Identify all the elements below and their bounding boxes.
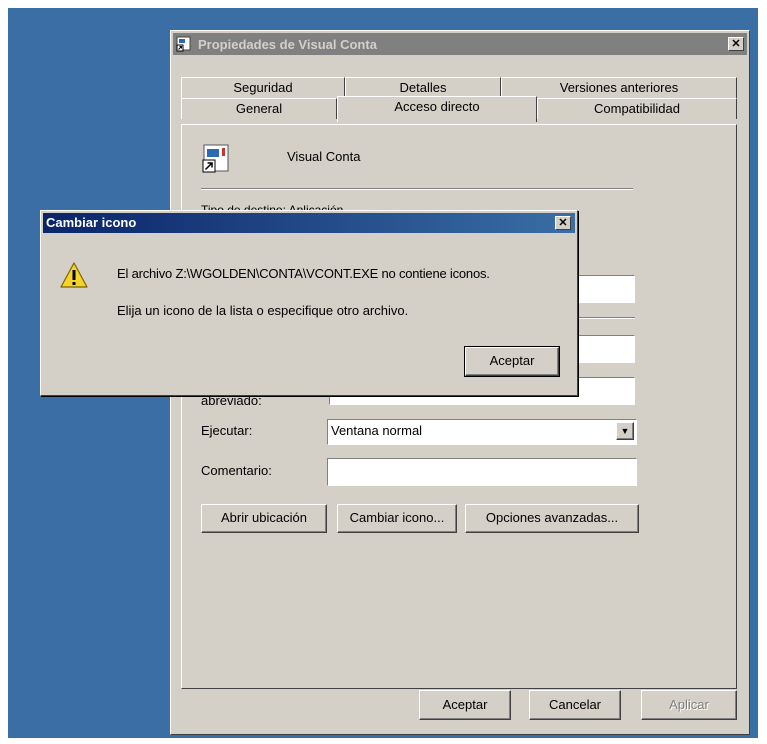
comentario-label: Comentario: (201, 463, 272, 478)
dialog-aceptar-button[interactable]: Aceptar (465, 347, 559, 376)
abrir-ubicacion-button[interactable]: Abrir ubicación (201, 504, 327, 533)
aceptar-button[interactable]: Aceptar (419, 690, 511, 720)
tab-acceso-directo[interactable]: Acceso directo (337, 96, 537, 122)
tab-versiones-anteriores[interactable]: Versiones anteriores (501, 77, 737, 98)
opciones-avanzadas-button[interactable]: Opciones avanzadas... (465, 504, 639, 533)
shortcut-name: Visual Conta (287, 149, 361, 164)
tab-detalles[interactable]: Detalles (345, 77, 501, 98)
tab-general[interactable]: General (181, 98, 337, 119)
cambiar-icono-button[interactable]: Cambiar icono... (337, 504, 457, 533)
close-icon[interactable]: ✕ (555, 216, 571, 230)
dialog-title: Cambiar icono (46, 215, 137, 230)
cambiar-icono-dialog: Cambiar icono ✕ El archivo Z:\WGOLDEN\CO… (40, 210, 578, 396)
tab-seguridad[interactable]: Seguridad (181, 77, 345, 98)
properties-title: Propiedades de Visual Conta (198, 36, 377, 52)
dialog-titlebar[interactable]: Cambiar icono ✕ (43, 213, 575, 233)
shortcut-app-icon (176, 36, 192, 52)
shortcut-large-icon (201, 143, 233, 175)
dialog-message-2: Elija un icono de la lista o especifique… (117, 303, 409, 318)
close-icon[interactable]: ✕ (728, 37, 744, 51)
warning-icon (59, 261, 89, 289)
ejecutar-label: Ejecutar: (201, 423, 253, 438)
dialog-message-1: El archivo Z:\WGOLDEN\CONTA\VCONT.EXE no… (117, 266, 490, 281)
separator (201, 188, 633, 190)
ejecutar-select[interactable]: Ventana normal ▼ (327, 419, 637, 445)
comentario-field[interactable] (327, 458, 637, 486)
properties-titlebar[interactable]: Propiedades de Visual Conta ✕ (173, 33, 747, 55)
tab-compatibilidad[interactable]: Compatibilidad (537, 98, 737, 119)
chevron-down-icon[interactable]: ▼ (616, 422, 634, 440)
cancelar-button[interactable]: Cancelar (529, 690, 621, 720)
aplicar-button[interactable]: Aplicar (641, 690, 737, 720)
ejecutar-value: Ventana normal (331, 423, 423, 438)
